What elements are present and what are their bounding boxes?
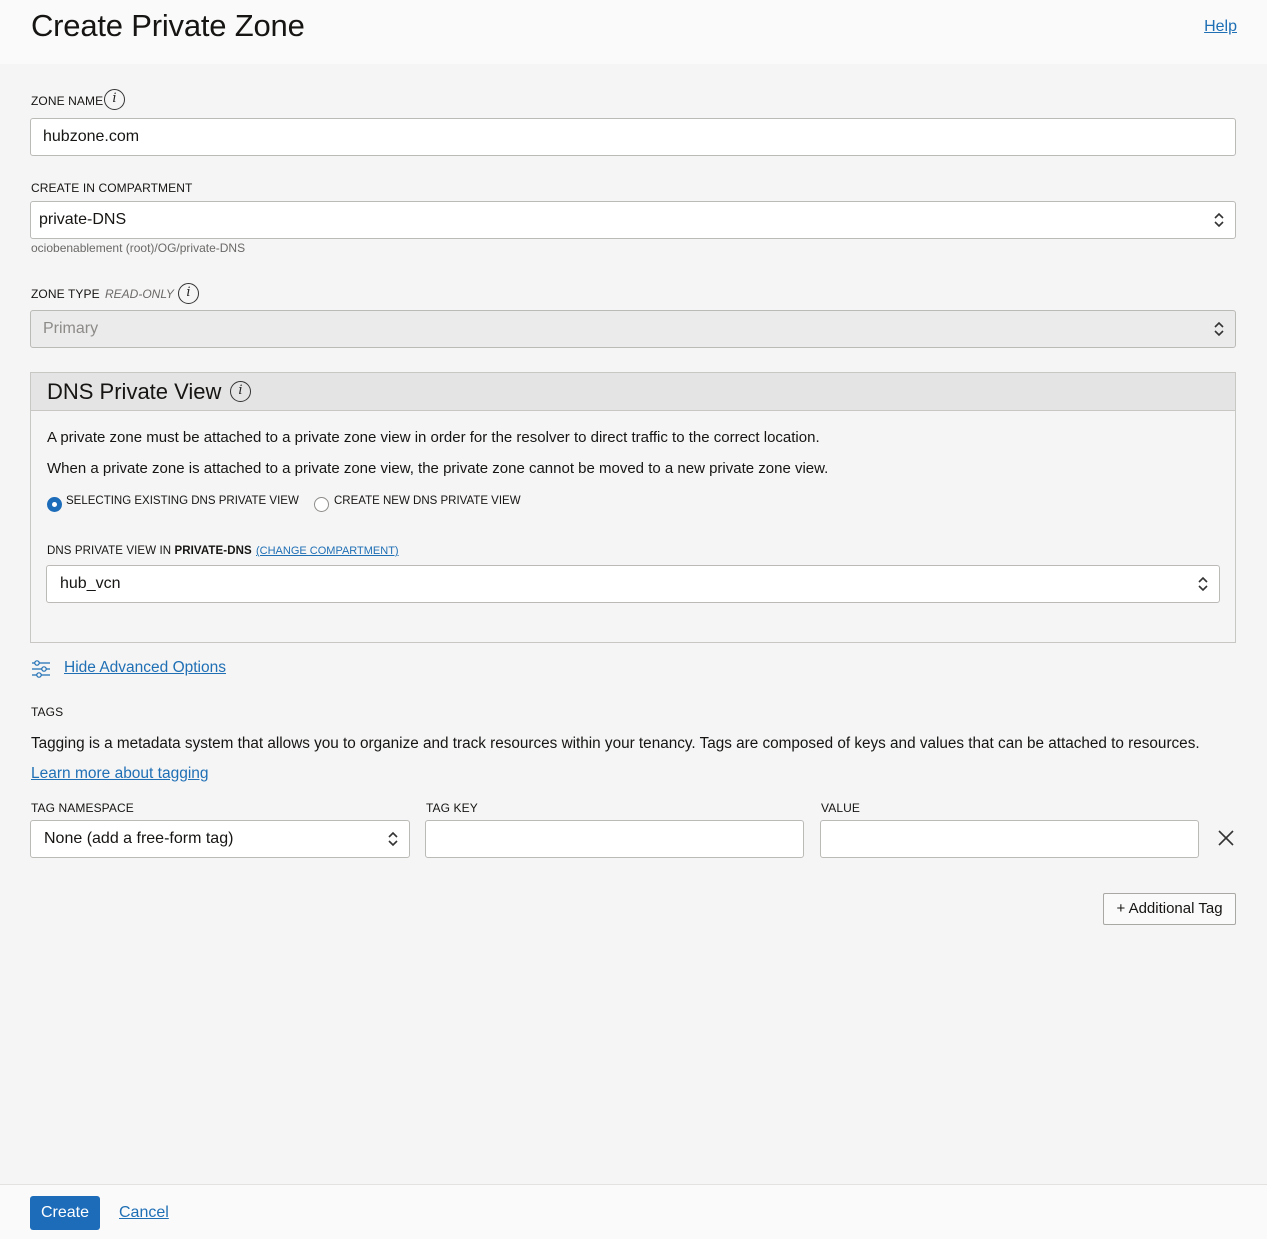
help-link[interactable]: Help [1204, 18, 1237, 36]
radio-existing-view-label[interactable]: SELECTING EXISTING DNS PRIVATE VIEW [66, 495, 299, 507]
radio-new-view[interactable] [314, 497, 329, 512]
radio-new-view-label[interactable]: CREATE NEW DNS PRIVATE VIEW [334, 495, 521, 507]
chevron-updown-icon [1214, 321, 1224, 337]
learn-more-tagging-link[interactable]: Learn more about tagging [31, 765, 209, 783]
zone-type-value: Primary [43, 320, 99, 337]
tag-namespace-select[interactable]: None (add a free-form tag) [30, 820, 410, 858]
close-icon[interactable] [1217, 828, 1235, 848]
dns-view-label: DNS PRIVATE VIEW IN PRIVATE-DNS [47, 545, 252, 557]
additional-tag-button[interactable]: + Additional Tag [1103, 893, 1236, 925]
tag-value-label: VALUE [821, 801, 860, 815]
change-compartment-link[interactable]: (CHANGE COMPARTMENT) [256, 545, 399, 557]
info-icon[interactable]: i [230, 381, 251, 402]
dns-view-label-prefix: DNS PRIVATE VIEW IN [47, 545, 172, 557]
cancel-link[interactable]: Cancel [119, 1204, 169, 1222]
tag-key-label: TAG KEY [426, 801, 478, 815]
radio-existing-view[interactable] [47, 497, 62, 512]
tag-namespace-label: TAG NAMESPACE [31, 801, 134, 815]
sliders-icon[interactable] [31, 659, 51, 679]
chevron-updown-icon [388, 831, 398, 847]
panel-description-1: A private zone must be attached to a pri… [47, 429, 820, 446]
compartment-path-hint: ociobenablement (root)/OG/private-DNS [31, 241, 246, 255]
panel-title: DNS Private View [47, 379, 222, 404]
compartment-select[interactable]: private-DNS [30, 201, 1236, 239]
dns-view-value: hub_vcn [60, 575, 121, 592]
panel-description-2: When a private zone is attached to a pri… [47, 460, 829, 477]
chevron-updown-icon [1198, 576, 1208, 592]
info-icon[interactable]: i [104, 89, 125, 110]
hide-advanced-options-link[interactable]: Hide Advanced Options [64, 659, 226, 677]
dns-view-select[interactable]: hub_vcn [46, 565, 1220, 603]
read-only-tag: READ-ONLY [105, 287, 174, 301]
info-icon[interactable]: i [178, 283, 199, 304]
zone-type-select: Primary [30, 310, 1236, 348]
chevron-updown-icon [1214, 212, 1224, 228]
compartment-label: CREATE IN COMPARTMENT [31, 181, 193, 195]
page-header: Create Private Zone Help [0, 0, 1267, 64]
dns-private-view-panel: DNS Private View i A private zone must b… [30, 372, 1236, 643]
panel-header: DNS Private View i [31, 373, 1235, 411]
tag-key-input[interactable] [425, 820, 804, 858]
footer-bar: Create Cancel [0, 1184, 1267, 1239]
tag-value-input[interactable] [820, 820, 1199, 858]
tags-description: Tagging is a metadata system that allows… [31, 735, 1200, 752]
zone-name-input[interactable]: hubzone.com [30, 118, 1236, 156]
tags-section-label: TAGS [31, 705, 64, 719]
dns-view-label-compartment: PRIVATE-DNS [174, 545, 252, 557]
compartment-value: private-DNS [39, 211, 127, 228]
page-title: Create Private Zone [31, 8, 305, 43]
zone-name-label: ZONE NAME [31, 94, 104, 108]
zone-type-label: ZONE TYPE [31, 287, 100, 301]
create-button[interactable]: Create [30, 1196, 100, 1230]
tag-namespace-value: None (add a free-form tag) [44, 830, 234, 847]
